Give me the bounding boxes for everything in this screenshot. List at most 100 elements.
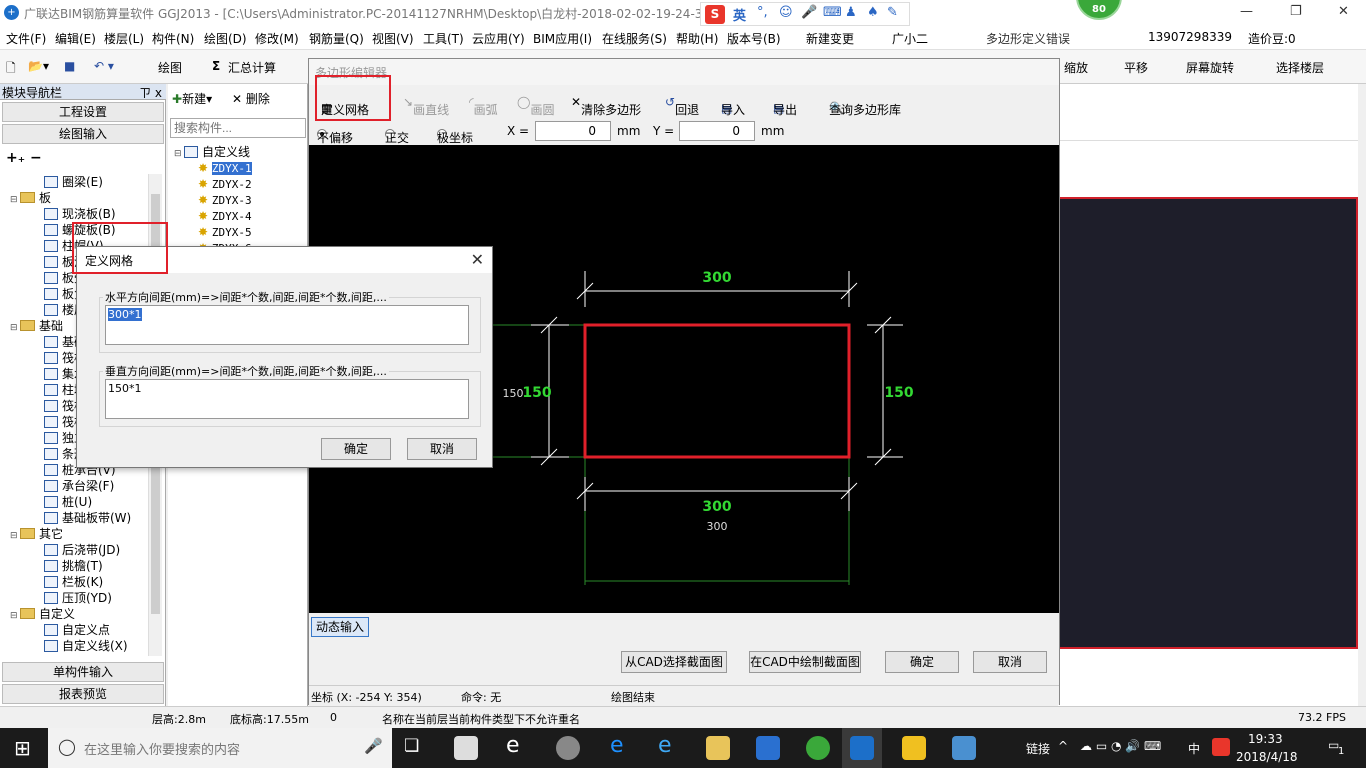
single-component-button[interactable]: 单构件输入 [2,662,164,682]
nav-item[interactable]: ⊟ 基础 [10,318,63,334]
tray-sogou-icon[interactable] [1212,738,1230,756]
ie2-icon[interactable]: e [658,733,672,758]
sum-button[interactable]: 汇总计算 [228,59,276,76]
menu-floor[interactable]: 楼层(L) [104,30,144,47]
notes-app-icon[interactable] [902,736,926,760]
draw-circle-button[interactable]: ◯ 画圆 [517,95,554,117]
nav-item[interactable]: ⊟ 其它 [10,526,63,542]
minimize-icon[interactable]: — [1240,4,1253,19]
expand-collapse-icon[interactable]: +₊ − [6,150,42,166]
save-icon[interactable]: ■ [64,59,75,73]
nav-item[interactable]: 承台梁(F) [44,478,114,494]
undo-button[interactable]: ↺ 回退 [665,95,699,117]
editor-cancel-button[interactable]: 取消 [973,651,1047,673]
tray-link[interactable]: 链接 [1026,740,1050,757]
component-item[interactable]: ✸ ZDYX-5 [198,224,252,240]
delete-component-button[interactable]: ✕ 删除 [232,90,270,107]
draw-arc-button[interactable]: ◜ 画弧 [469,95,498,117]
task-view-icon[interactable]: ❏ [404,736,419,756]
nav-item[interactable]: 基础板带(W) [44,510,131,526]
menu-component[interactable]: 构件(N) [152,30,194,47]
nav-item[interactable]: 圈梁(E) [44,174,103,190]
cortana-icon[interactable]: ◯ [58,737,76,756]
cad-select-button[interactable]: 从CAD选择截面图 [621,651,727,673]
ime-lang[interactable]: 英 [733,5,746,24]
collapse-icon[interactable]: ⊟ [10,320,20,336]
report-preview-button[interactable]: 报表预览 [2,684,164,704]
undo-icon[interactable]: ↶ ▾ [94,59,114,73]
score-badge[interactable]: 80 [1076,0,1122,20]
editor-ok-button[interactable]: 确定 [885,651,959,673]
main-drawing-view[interactable] [1058,197,1358,649]
menu-edit[interactable]: 编辑(E) [55,30,96,47]
draw-line-button[interactable]: ↘ 画直线 [403,95,449,117]
punct-icon[interactable]: °, [757,5,768,20]
component-item[interactable]: ✸ ZDYX-3 [198,192,252,208]
cad-draw-button[interactable]: 在CAD中绘制截面图 [749,651,861,673]
polygon-rectangle[interactable] [583,323,851,459]
new-component-button[interactable]: ✚新建▾ [172,90,212,107]
dialog-cancel-button[interactable]: 取消 [407,438,477,460]
mic-icon[interactable]: 🎤 [801,5,817,20]
draw-button[interactable]: 绘图 [158,59,182,76]
clock-time[interactable]: 19:33 [1248,732,1283,746]
h-spacing-input[interactable]: 300*1 [105,305,469,345]
menu-bim[interactable]: BIM应用(I) [533,30,592,47]
windows-start-icon[interactable]: ⊞ [14,736,31,760]
menu-assistant[interactable]: 广小二 [892,30,928,47]
tray-icons[interactable]: ☁ ▭ ◔ 🔊 ⌨ [1080,739,1161,753]
glodon-g-icon[interactable] [756,736,780,760]
dialog-close-icon[interactable]: ✕ [471,250,484,269]
component-root[interactable]: ⊟ 自定义线 [174,144,250,160]
clock-date[interactable]: 2018/4/18 [1236,750,1298,764]
nav-item[interactable]: 压顶(YD) [44,590,112,606]
delete-label[interactable]: 删除 [246,92,270,106]
sogou-icon[interactable]: S [705,5,725,24]
draw-input-button[interactable]: 绘图输入 [2,124,164,144]
tray-lang[interactable]: 中 [1188,740,1200,757]
explorer-icon[interactable] [706,736,730,760]
menu-draw[interactable]: 绘图(D) [204,30,247,47]
nav-item[interactable]: 挑檐(T) [44,558,103,574]
tools-icon[interactable]: ✎ [887,5,898,20]
nav-item[interactable]: ⊟ 板 [10,190,51,206]
select-floor-button[interactable]: 选择楼层 [1276,59,1324,76]
menu-rebar[interactable]: 钢筋量(Q) [309,30,364,47]
component-item[interactable]: ✸ ZDYX-4 [198,208,252,224]
collapse-icon[interactable]: ⊟ [10,192,20,208]
nav-item[interactable]: 自定义点 [44,622,110,638]
keyboard-icon[interactable]: ⌨ [823,5,842,20]
ie-icon[interactable]: e [506,733,520,758]
dialog-ok-button[interactable]: 确定 [321,438,391,460]
new-file-icon[interactable]: 🗋 [6,59,16,80]
nav-item[interactable]: ⊟ 自定义 [10,606,75,622]
account-price[interactable]: 造价豆:0 [1248,30,1296,47]
menu-help[interactable]: 帮助(H) [676,30,718,47]
emoji-icon[interactable]: ☺ [779,5,793,20]
nav-item[interactable]: 桩(U) [44,494,92,510]
close-icon[interactable]: ✕ [1338,4,1349,19]
pan-button[interactable]: 平移 [1124,59,1148,76]
edge-icon[interactable]: e [610,733,624,758]
menu-view[interactable]: 视图(V) [372,30,414,47]
x-input[interactable]: 0 [535,121,611,141]
green-app-icon[interactable] [806,736,830,760]
taskbar-search[interactable]: 在这里输入你要搜索的内容 [48,728,392,768]
photos-app-icon[interactable] [952,736,976,760]
menu-online[interactable]: 在线服务(S) [602,30,667,47]
ime-toolbar[interactable]: S 英 °, ☺ 🎤 ⌨ ♟ ♠ ✎ [700,2,910,26]
project-settings-button[interactable]: 工程设置 [2,102,164,122]
nav-item[interactable]: 自定义线(X) [44,638,128,654]
menu-cloud[interactable]: 云应用(Y) [472,30,525,47]
microphone-icon[interactable]: 🎤 [364,737,383,755]
component-item[interactable]: ✸ ZDYX-1 [198,160,252,176]
nav-item[interactable]: 后浇带(JD) [44,542,120,558]
menu-tools[interactable]: 工具(T) [423,30,464,47]
y-input[interactable]: 0 [679,121,755,141]
component-search-input[interactable] [170,118,306,138]
component-item[interactable]: ✸ ZDYX-2 [198,176,252,192]
menu-modify[interactable]: 修改(M) [255,30,299,47]
menu-file[interactable]: 文件(F) [6,30,46,47]
menu-version[interactable]: 版本号(B) [727,30,781,47]
account-phone[interactable]: 13907298339 [1148,30,1232,44]
